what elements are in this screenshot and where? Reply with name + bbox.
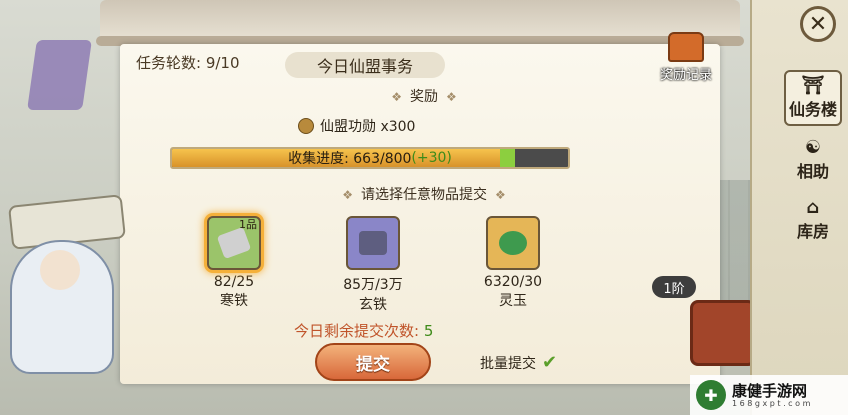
ornament-icon: ❖ [446,90,457,104]
merit-medal-icon [298,118,314,134]
reward-heading: ❖ 奖励 ❖ [0,86,848,106]
sidebar-item-label: 相助 [796,162,829,181]
reward-line: 仙盟功勋 x300 [298,116,415,136]
ornament-icon: ❖ [391,90,402,104]
site-watermark: ✚ 康健手游网 1 6 8 g x p t . c o m [690,375,848,415]
spirit-jade-icon [499,231,527,255]
item-name: 灵玉 [499,293,527,309]
sidebar-item-label: 仙务楼 [788,100,837,119]
panel-title: 今日仙盟事务 [285,52,445,78]
batch-submit-label: 批量提交 [480,355,536,372]
pavilion-icon: ⛩ [801,75,825,96]
watermark-logo-icon: ✚ [696,380,726,410]
reward-log-button[interactable]: 奖励记录 [650,32,722,83]
item-count: 85万/3万 [343,277,403,293]
ornament-icon: ❖ [342,188,353,202]
elder-face [40,250,80,290]
remaining-value: 5 [423,322,434,340]
item-count: 82/25 [213,274,255,290]
sidebar-item-label: 库房 [796,222,829,241]
tier-badge: 1阶 [652,276,696,298]
check-icon[interactable]: ✔ [542,352,557,373]
elder-avatar [0,194,126,380]
collection-progress-bar: 收集进度: 663/800 (+30) [170,147,570,169]
watermark-sub: 1 6 8 g x p t . c o m [732,398,811,408]
round-label: 任务轮数: 9/10 [136,54,240,72]
remaining-submissions: 今日剩余提交次数: 5 [294,320,433,341]
watermark-title: 康健手游网 [732,381,808,400]
item-slot[interactable]: 1品 [207,216,261,270]
helper-icon: ☯ [804,137,822,158]
item-slot[interactable] [346,216,400,270]
reward-text: 仙盟功勋 x300 [320,119,416,135]
item-cold-iron[interactable]: 1品 82/25 寒铁 [194,216,274,310]
reward-log-label: 奖励记录 [659,68,712,83]
select-heading-label: 请选择任意物品提交 [361,187,487,203]
sidebar-item-help[interactable]: ☯ 相助 [784,132,842,188]
ornament-icon: ❖ [495,188,506,202]
item-slot[interactable] [486,216,540,270]
select-heading: ❖ 请选择任意物品提交 ❖ [0,184,848,204]
treasure-chest-icon [690,300,756,366]
item-name: 玄铁 [359,297,387,313]
close-icon[interactable]: ✕ [800,6,836,42]
item-count: 6320/30 [483,274,543,290]
sidebar-item-storehouse[interactable]: ⌂ 库房 [784,192,842,248]
remaining-label: 今日剩余提交次数: [294,322,420,340]
progress-label: 收集进度: 663/800 [288,151,412,167]
sidebar-item-affairs-hall[interactable]: ⛩ 仙务楼 [784,70,842,126]
storehouse-icon: ⌂ [806,197,820,218]
item-name: 寒铁 [220,293,248,309]
item-dark-iron[interactable]: 85万/3万 玄铁 [333,216,413,314]
item-spirit-jade[interactable]: 6320/30 灵玉 [473,216,553,310]
submit-button[interactable]: 提交 [315,343,431,381]
chest-icon [668,32,704,62]
batch-submit-toggle[interactable]: 批量提交 ✔ [480,352,557,373]
progress-bonus: (+30) [411,150,452,166]
progress-text: 收集进度: 663/800 (+30) [172,149,568,167]
dark-iron-icon [359,231,387,255]
reward-heading-label: 奖励 [410,89,438,105]
